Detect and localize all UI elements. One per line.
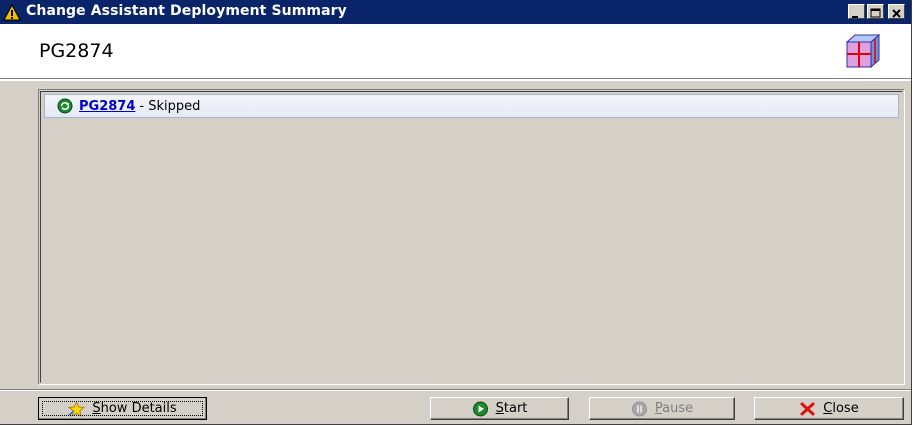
pause-label: Pause xyxy=(654,401,694,416)
item-status: - Skipped xyxy=(139,98,201,114)
warning-triangle-icon xyxy=(3,4,21,21)
close-label: Close xyxy=(823,401,859,416)
red-x-icon xyxy=(800,402,815,415)
show-details-button[interactable]: Show Details xyxy=(38,397,207,420)
deployment-summary-window: Change Assistant Deployment Summary PG28… xyxy=(0,0,912,425)
window-title: Change Assistant Deployment Summary xyxy=(26,3,347,19)
start-label: Start xyxy=(495,401,528,416)
minimize-icon xyxy=(852,16,858,18)
start-button[interactable]: Start xyxy=(430,397,569,420)
focus-rectangle xyxy=(42,401,203,416)
close-button[interactable]: Close xyxy=(754,397,904,420)
list-item[interactable]: PG2874 - Skipped xyxy=(44,94,899,118)
close-icon xyxy=(892,9,901,18)
minimize-button[interactable] xyxy=(848,4,865,19)
close-window-button[interactable] xyxy=(888,4,905,19)
header-panel: PG2874 xyxy=(0,24,911,79)
pause-button[interactable]: Pause xyxy=(589,397,735,420)
maximize-button[interactable] xyxy=(867,4,884,19)
green-refresh-icon xyxy=(57,98,73,114)
page-title: PG2874 xyxy=(39,40,114,62)
header-separator xyxy=(0,79,911,81)
footer-separator xyxy=(0,389,911,391)
play-icon xyxy=(472,401,488,416)
deployment-list[interactable]: PG2874 - Skipped xyxy=(38,89,905,385)
cube-logo-icon xyxy=(845,33,881,69)
pause-icon xyxy=(631,401,647,416)
title-bar[interactable]: Change Assistant Deployment Summary xyxy=(0,0,911,24)
maximize-icon xyxy=(870,8,881,18)
item-link[interactable]: PG2874 xyxy=(79,99,135,114)
